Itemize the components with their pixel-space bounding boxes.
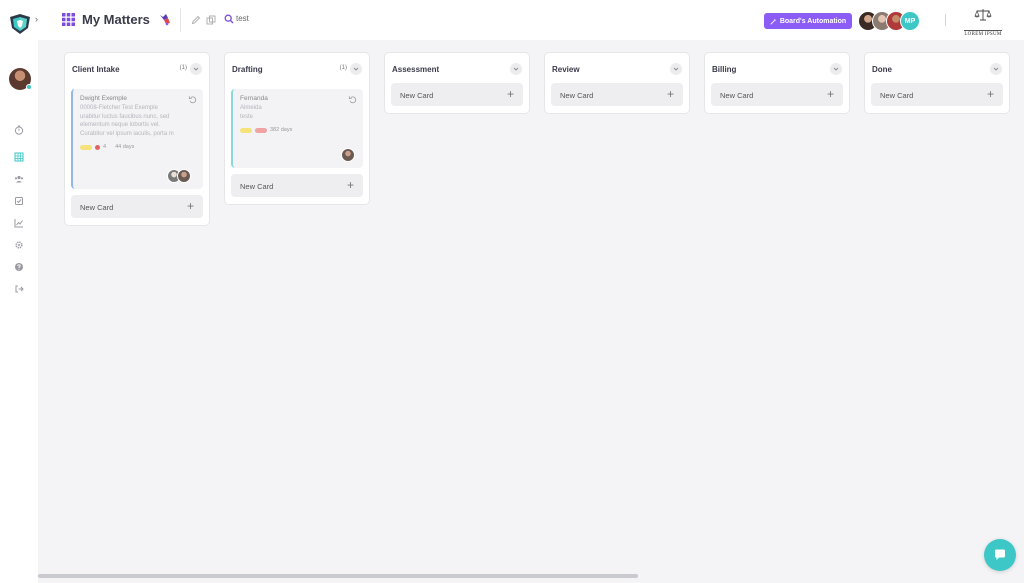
top-header: My Matters test Board's Automation MP LO… xyxy=(38,0,1024,40)
brand-name: LOREM IPSUM xyxy=(964,30,1002,37)
card-description-line: Almeida xyxy=(240,105,262,111)
scales-of-justice-icon xyxy=(974,9,992,21)
card-description-line: 00008-Fletcher Test Exemple xyxy=(80,105,158,111)
tasks-icon[interactable] xyxy=(13,195,25,207)
tag-red[interactable] xyxy=(255,127,267,133)
card-days: 44 days xyxy=(115,144,135,150)
card-assignees xyxy=(317,148,357,162)
app-logo-icon[interactable] xyxy=(8,12,32,36)
chart-icon[interactable] xyxy=(13,217,25,229)
plus-icon: + xyxy=(346,178,354,192)
column-menu-chevron-icon[interactable] xyxy=(670,63,682,75)
column-client-intake: Client Intake (1) Dwight Exemple 00008-F… xyxy=(64,52,210,226)
mascot-icon[interactable] xyxy=(158,12,172,26)
card-assignees xyxy=(157,169,197,183)
tag-yellow[interactable] xyxy=(240,127,252,133)
board-icon[interactable] xyxy=(13,151,25,163)
new-card-label: New Card xyxy=(880,91,914,100)
assignee-avatar[interactable] xyxy=(177,169,191,183)
new-card-button[interactable]: New Card + xyxy=(391,83,523,106)
card-client-name: Fernanda xyxy=(240,95,268,102)
card-meta: 4 44 days xyxy=(80,144,196,150)
header-divider xyxy=(180,8,181,32)
brand-logo: LOREM IPSUM xyxy=(958,8,1008,37)
new-card-button[interactable]: New Card + xyxy=(71,195,203,218)
matter-card[interactable]: Fernanda Almeida teste 382 days xyxy=(231,89,363,168)
matter-card[interactable]: Dwight Exemple 00008-Fletcher Test Exemp… xyxy=(71,89,203,189)
undo-icon[interactable] xyxy=(188,95,197,104)
tag-yellow[interactable] xyxy=(80,144,92,150)
new-card-label: New Card xyxy=(80,203,114,212)
column-count: (1) xyxy=(339,65,347,71)
logout-icon[interactable] xyxy=(13,283,25,295)
card-description-line: elementum neque lobortis vel. xyxy=(80,122,161,128)
column-done: Done New Card + xyxy=(864,52,1010,114)
column-assessment: Assessment New Card + xyxy=(384,52,530,114)
plus-icon: + xyxy=(666,87,674,101)
apps-grid-icon[interactable] xyxy=(62,13,75,26)
new-card-label: New Card xyxy=(400,91,434,100)
card-description-line: teste xyxy=(240,113,254,120)
column-review: Review New Card + xyxy=(544,52,690,114)
column-title: Drafting xyxy=(232,65,263,74)
new-card-button[interactable]: New Card + xyxy=(871,83,1003,106)
new-card-button[interactable]: New Card + xyxy=(711,83,843,106)
chat-bubble-icon xyxy=(995,549,1005,560)
column-title: Review xyxy=(552,65,580,74)
horizontal-scrollbar[interactable] xyxy=(38,574,638,578)
column-menu-chevron-icon[interactable] xyxy=(350,63,362,75)
undo-icon[interactable] xyxy=(348,95,357,104)
card-meta: 382 days xyxy=(240,127,356,133)
member-avatar-initials[interactable]: MP xyxy=(900,11,920,31)
plus-icon: + xyxy=(186,199,194,213)
plus-icon: + xyxy=(986,87,994,101)
card-description-line: urabitur luctus faucibus nunc, sed xyxy=(80,113,170,120)
plus-icon: + xyxy=(506,87,514,101)
edit-icon[interactable] xyxy=(191,15,201,25)
card-client-name: Dwight Exemple xyxy=(80,95,127,102)
new-card-button[interactable]: New Card + xyxy=(551,83,683,106)
boards-automation-label: Board's Automation xyxy=(779,17,847,25)
online-status-dot xyxy=(26,84,32,90)
magic-wand-icon xyxy=(770,18,777,25)
help-icon[interactable] xyxy=(13,261,25,273)
card-description-line: Curabitur vel ipsum iaculis, porta m xyxy=(80,130,174,137)
column-menu-chevron-icon[interactable] xyxy=(990,63,1002,75)
users-icon[interactable] xyxy=(13,173,25,185)
column-drafting: Drafting (1) Fernanda Almeida teste 382 … xyxy=(224,52,370,205)
alert-icon xyxy=(95,144,100,150)
chat-support-button[interactable] xyxy=(984,539,1016,571)
boards-automation-button[interactable]: Board's Automation xyxy=(764,13,852,29)
column-title: Assessment xyxy=(392,65,440,74)
new-card-label: New Card xyxy=(560,91,594,100)
new-card-button[interactable]: New Card + xyxy=(231,174,363,197)
page-title: My Matters xyxy=(82,12,150,27)
header-divider xyxy=(945,14,946,26)
column-menu-chevron-icon[interactable] xyxy=(190,63,202,75)
alert-count: 4 xyxy=(103,144,107,150)
search-input[interactable]: test xyxy=(236,14,249,23)
column-billing: Billing New Card + xyxy=(704,52,850,114)
column-title: Billing xyxy=(712,65,737,74)
column-title: Client Intake xyxy=(72,65,120,74)
plus-icon: + xyxy=(826,87,834,101)
column-title: Done xyxy=(872,65,892,74)
sidebar: › xyxy=(0,0,38,583)
new-card-label: New Card xyxy=(720,91,754,100)
column-count: (1) xyxy=(179,65,187,71)
column-menu-chevron-icon[interactable] xyxy=(510,63,522,75)
user-avatar[interactable] xyxy=(9,68,32,90)
column-menu-chevron-icon[interactable] xyxy=(830,63,842,75)
timer-icon[interactable] xyxy=(13,124,25,136)
card-days: 382 days xyxy=(270,127,293,133)
assignee-avatar[interactable] xyxy=(341,148,355,162)
settings-icon[interactable] xyxy=(13,239,25,251)
search-icon[interactable] xyxy=(224,14,234,24)
new-card-label: New Card xyxy=(240,182,274,191)
copy-icon[interactable] xyxy=(206,15,216,25)
